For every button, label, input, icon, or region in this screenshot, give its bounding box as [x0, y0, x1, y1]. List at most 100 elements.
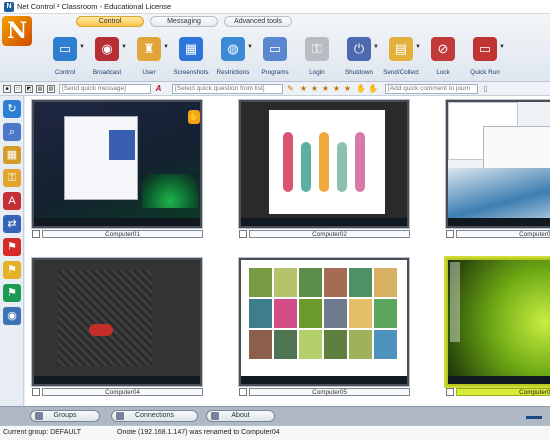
shuffle-icon[interactable]: ⇄ [3, 215, 21, 233]
gallery-image [249, 330, 272, 359]
about-tab-label: About [231, 412, 250, 419]
cactus-shape [301, 142, 311, 192]
gallery-image [274, 268, 297, 297]
taskbar [448, 218, 550, 226]
computer-screen[interactable] [446, 100, 550, 228]
app-icon: N [4, 1, 14, 12]
ribbon-tab-messaging[interactable]: Messaging [150, 16, 218, 27]
dropdown-arrow-icon[interactable]: ▼ [373, 44, 379, 50]
ribbon-tab-advanced-tools[interactable]: Advanced tools [224, 16, 292, 27]
title-bar: N Net Control ² Classroom - Educational … [0, 0, 550, 14]
select-all-checkbox[interactable]: ■ [3, 85, 11, 93]
computer-thumbnail[interactable]: Computer02 [232, 98, 412, 243]
dropdown-arrow-icon[interactable]: ▼ [247, 44, 253, 50]
computer-screen[interactable]: ✋ [32, 100, 202, 228]
gallery-image [274, 299, 297, 328]
taskbar [448, 376, 550, 384]
sidebar: ↻ ⌕ ▦ ⚿ A ⇄ ⚑ ⚑ ⚑ ◉ [0, 96, 24, 406]
quick-message-input[interactable]: [Send quick message] [59, 84, 151, 94]
film-icon: ▦ [179, 37, 203, 61]
star-icon[interactable]: ★ [321, 84, 330, 93]
computer-checkbox[interactable] [32, 388, 40, 396]
computer-name-label: Computer06 [456, 388, 550, 396]
ribbon-tab-control[interactable]: Control [76, 16, 144, 27]
computer-name-label: Computer02 [249, 230, 410, 238]
computer-checkbox[interactable] [446, 388, 454, 396]
computer-checkbox[interactable] [446, 230, 454, 238]
yellow-flag-icon[interactable]: ⚑ [3, 261, 21, 279]
bottom-tabs: Groups Connections About [0, 406, 550, 425]
dropdown-arrow-icon[interactable]: ▼ [163, 44, 169, 50]
computer-label-row: Computer05 [239, 388, 411, 397]
cactus-shape [283, 132, 293, 192]
dropdown-arrow-icon[interactable]: ▼ [79, 44, 85, 50]
red-object [89, 324, 113, 336]
send-message-icon[interactable]: A [154, 84, 163, 93]
dropdown-arrow-icon[interactable]: ▼ [499, 44, 505, 50]
computer-screen[interactable] [446, 258, 550, 386]
filter-checkbox[interactable]: ▤ [36, 85, 44, 93]
zoom-slider-handle[interactable] [526, 416, 542, 419]
quick-run-button[interactable]: ▭ ▼ Quick Run [464, 32, 506, 80]
window-preview [109, 130, 135, 160]
quick-run-icon: ▭ [473, 37, 497, 61]
computer-thumbnail[interactable]: Computer05 [232, 256, 412, 401]
computer-screen[interactable] [32, 258, 202, 386]
gallery-image [324, 330, 347, 359]
red-flag-icon[interactable]: ⚑ [3, 238, 21, 256]
lock-mouse-icon: ⊘ [431, 37, 455, 61]
taskbar [241, 218, 407, 226]
computer-checkbox[interactable] [239, 388, 247, 396]
star-icon[interactable]: ★ [332, 84, 341, 93]
computer-label-row: Computer06 [446, 388, 550, 397]
computer-thumbnail[interactable]: ✋ Computer01 [25, 98, 205, 243]
lock-icon[interactable]: ⚿ [3, 169, 21, 187]
star-icon[interactable]: ★ [343, 84, 352, 93]
computer-screen[interactable] [239, 258, 409, 386]
dropdown-arrow-icon[interactable]: ▼ [415, 44, 421, 50]
power-icon: ⏻ [347, 37, 371, 61]
star-icon[interactable]: ★ [310, 84, 319, 93]
tool-label: Quick Run [470, 69, 500, 76]
arrange-view-icon[interactable]: ▦ [3, 146, 21, 164]
green-flag-icon[interactable]: ⚑ [3, 284, 21, 302]
groups-tab[interactable]: Groups [30, 410, 100, 422]
monitor-icon: ▭ [53, 37, 77, 61]
computer-name-label: Computer03 [456, 230, 550, 238]
net-control-logo: N [2, 16, 32, 46]
select-none-checkbox[interactable]: □ [14, 85, 22, 93]
options-checkbox[interactable]: ▥ [47, 85, 55, 93]
invert-selection-checkbox[interactable]: ◩ [25, 85, 33, 93]
computer-screen[interactable] [239, 100, 409, 228]
connections-tab[interactable]: Connections [111, 410, 198, 422]
ribbon-tab-label: Messaging [167, 18, 201, 25]
text-tool-icon[interactable]: A [3, 192, 21, 210]
journal-comment-input[interactable]: [Add quick comment to journ [385, 84, 478, 94]
landscape-wallpaper [142, 174, 198, 208]
hand-up-icon[interactable]: ✋ [356, 84, 366, 93]
journal-icon[interactable]: ▯ [481, 84, 490, 93]
computer-thumbnail[interactable]: Computer03 [439, 98, 550, 243]
wave-wallpaper [448, 168, 550, 222]
dropdown-arrow-icon[interactable]: ▼ [121, 44, 127, 50]
taskbar [34, 218, 200, 226]
user-group-icon[interactable]: ◉ [3, 307, 21, 325]
user-icon: ♜ [137, 37, 161, 61]
gallery-image [349, 330, 372, 359]
gallery-image [324, 299, 347, 328]
computer-thumbnail[interactable]: Computer06 [439, 256, 550, 401]
send-question-icon[interactable]: ✎ [286, 84, 295, 93]
about-icon [211, 412, 219, 420]
search-computer-icon[interactable]: ⌕ [3, 123, 21, 141]
computer-thumbnail-grid: ✋ Computer01 Computer02 Computer03 Computer0… [25, 96, 550, 406]
taskbar [34, 376, 200, 384]
computer-checkbox[interactable] [239, 230, 247, 238]
computer-checkbox[interactable] [32, 230, 40, 238]
star-icon[interactable]: ★ [299, 84, 308, 93]
computer-thumbnail[interactable]: Computer04 [25, 256, 205, 401]
gallery-image [299, 299, 322, 328]
quick-question-input[interactable]: [Select quick question from list] [172, 84, 283, 94]
hand-down-icon[interactable]: ✋ [368, 84, 378, 93]
about-tab[interactable]: About [206, 410, 275, 422]
refresh-icon[interactable]: ↻ [3, 100, 21, 118]
